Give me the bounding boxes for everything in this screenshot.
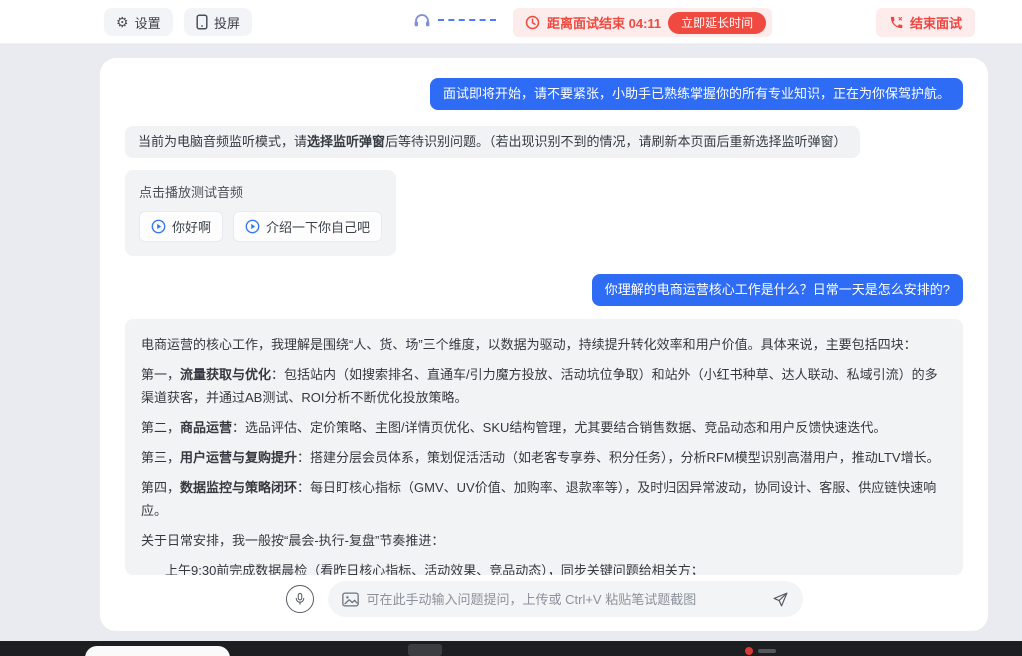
play-icon — [151, 219, 166, 234]
answer-paragraph: 第四，数据监控与策略闭环：每日盯核心指标（GMV、UV价值、加购率、退款率等），… — [141, 476, 947, 522]
end-interview-label: 结束面试 — [910, 13, 962, 32]
extend-time-button[interactable]: 立即延长时间 — [668, 12, 766, 34]
composer-row — [125, 581, 963, 617]
screen-cast-button[interactable]: 投屏 — [184, 8, 252, 36]
end-interview-button[interactable]: 结束面试 — [876, 8, 975, 37]
play-test-audio-button-1[interactable]: 你好啊 — [139, 211, 223, 242]
gear-icon: ⚙ — [116, 15, 129, 29]
taskbar-window-pill[interactable] — [85, 646, 230, 656]
play-icon — [245, 219, 260, 234]
play-test-audio-button-2[interactable]: 介绍一下你自己吧 — [233, 211, 382, 242]
chat-panel: 面试即将开始，请不要紧张，小助手已熟练掌握你的所有专业知识，正在为你保驾护航。 … — [100, 58, 988, 631]
settings-button[interactable]: ⚙ 设置 — [104, 8, 173, 36]
cast-label: 投屏 — [214, 13, 240, 32]
send-icon[interactable] — [772, 591, 789, 608]
timer-countdown-text: 距离面试结束 04:11 — [547, 13, 661, 32]
taskbar-notification-dot — [745, 647, 753, 655]
play-button-label: 介绍一下你自己吧 — [266, 217, 370, 236]
phone-hangup-icon — [889, 15, 904, 30]
phone-cast-icon — [196, 14, 208, 30]
answer-paragraph: 关于日常安排，我一般按“晨会-执行-复盘”节奏推进： — [141, 529, 947, 552]
answer-schedule-list: 上午9:30前完成数据晨检（看昨日核心指标、活动效果、竞品动态），同步关键问题给… — [141, 559, 947, 575]
clock-icon — [525, 15, 540, 30]
question-input-pill — [328, 581, 803, 617]
answer-paragraph: 电商运营的核心工作，我理解是围绕“人、货、场”三个维度，以数据为驱动，持续提升转… — [141, 333, 947, 356]
answer-paragraph: 第三，用户运营与复购提升：搭建分层会员体系，策划促活活动（如老客专享券、积分任务… — [141, 446, 947, 469]
answer-paragraph: 第二，商品运营：选品评估、定价策略、主图/详情页优化、SKU结构管理，尤其要结合… — [141, 416, 947, 439]
play-button-label: 你好啊 — [172, 217, 211, 236]
system-taskbar — [0, 641, 1022, 656]
topbar: ⚙ 设置 投屏 距离面试结束 04:11 立即延长时间 结束面试 — [0, 0, 1022, 44]
answer-paragraphs: 电商运营的核心工作，我理解是围绕“人、货、场”三个维度，以数据为驱动，持续提升转… — [141, 333, 947, 552]
interview-timer: 距离面试结束 04:11 立即延长时间 — [513, 8, 772, 37]
microphone-button[interactable] — [286, 585, 314, 613]
settings-label: 设置 — [135, 13, 161, 32]
headset-icon — [412, 10, 432, 30]
schedule-item: 上午9:30前完成数据晨检（看昨日核心指标、活动效果、竞品动态），同步关键问题给… — [141, 559, 947, 575]
user-question-message: 你理解的电商运营核心工作是什么？日常一天是怎么安排的? — [592, 274, 963, 306]
question-input[interactable] — [367, 592, 764, 607]
audio-connection-indicator — [412, 10, 496, 30]
assistant-answer-message: 电商运营的核心工作，我理解是围绕“人、货、场”三个维度，以数据为驱动，持续提升转… — [125, 319, 963, 575]
upload-image-icon[interactable] — [342, 592, 359, 607]
listen-mode-notice: 当前为电脑音频监听模式，请选择监听弹窗后等待识别问题。（若出现识别不到的情况，请… — [125, 126, 860, 158]
taskbar-item[interactable] — [408, 644, 442, 656]
assistant-intro-message: 面试即将开始，请不要紧张，小助手已熟练掌握你的所有专业知识，正在为你保驾护航。 — [430, 78, 963, 110]
taskbar-item — [758, 649, 776, 653]
test-audio-title: 点击播放测试音频 — [139, 182, 382, 201]
answer-paragraph: 第一，流量获取与优化：包括站内（如搜索排名、直通车/引力魔方投放、活动坑位争取）… — [141, 363, 947, 409]
test-audio-box: 点击播放测试音频 你好啊 介绍一下你自己吧 — [125, 170, 396, 256]
dashed-connection-line — [438, 19, 496, 21]
